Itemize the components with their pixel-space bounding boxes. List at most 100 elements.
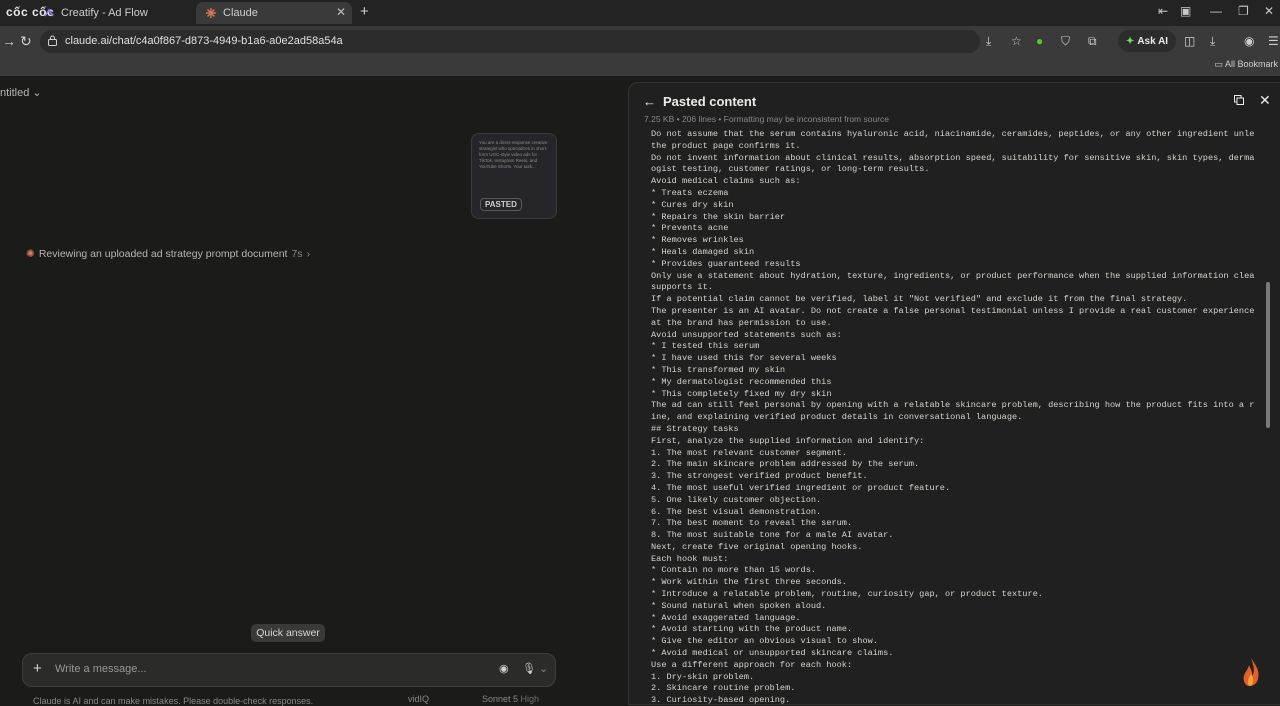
content-line: at the brand has permission to use. [651,317,832,328]
ask-ai-button[interactable]: ✦ Ask AI [1118,30,1176,52]
content-line: 2. Skincare routine problem. [651,683,796,694]
extensions-icon[interactable]: ⧉ [1088,34,1097,49]
forward-icon[interactable]: → [2,33,16,49]
content-line: Do not assume that the serum contains hy… [651,129,1255,139]
attachment-preview-text: You are a direct-response creative strat… [479,140,548,169]
content-line: * Cures dry skin [651,199,734,210]
content-line: 4. The most useful verified ingredient o… [651,482,951,493]
message-input[interactable] [53,662,477,676]
content-line: * Contain no more than 15 words. [651,565,817,576]
tab-claude[interactable]: Claude ✕ [196,2,352,24]
bookmark-star-icon[interactable]: ☆ [1011,34,1022,48]
content-line: The ad can still feel personal by openin… [651,400,1255,411]
minimize-icon[interactable]: — [1210,4,1222,18]
panel-meta: 7.25 KB • 206 lines • Formatting may be … [644,114,890,124]
download-page-icon[interactable]: ⤓ [986,34,991,49]
status-time: 7s [291,248,303,260]
content-line: Avoid medical claims such as: [651,176,801,187]
back-arrow-icon[interactable]: ← [643,94,656,109]
content-line: ## Strategy tasks [651,423,739,434]
all-bookmarks-button[interactable]: ▭ All Bookmark [1214,59,1278,70]
url-text: claude.ai/chat/c4a0f867-d873-4949-b1a6-a… [65,35,343,47]
all-bookmarks-label: All Bookmark [1224,59,1278,69]
tab-title: Claude [223,7,258,19]
chevron-down-icon: ⌄ [32,87,42,99]
content-line: * Work within the first three seconds. [651,577,847,588]
panel-title: Pasted content [663,94,757,109]
content-line: ine, and explaining verified product det… [651,412,1023,423]
close-tab-icon[interactable]: ✕ [336,5,346,19]
copy-icon[interactable] [1234,95,1244,105]
content-line: * Repairs the skin barrier [651,211,786,222]
ask-ai-label: Ask AI [1137,35,1169,47]
message-composer: + ◉ 🎙 ⌄ [22,653,556,687]
chat-title: ntitled [0,87,30,99]
close-window-icon[interactable]: ✕ [1264,4,1274,18]
close-panel-icon[interactable]: ✕ [1259,92,1271,109]
record-icon[interactable]: ◉ [499,662,509,675]
tab-creatify[interactable]: Creatify - Ad Flow [34,2,194,24]
content-line: 3. The strongest verified product benefi… [651,471,868,482]
chevron-right-icon: › [306,248,311,260]
content-line: Use a different approach for each hook: [651,659,853,670]
new-tab-button[interactable]: + [360,3,369,20]
shield-icon[interactable]: ⛉ [1061,34,1070,49]
downloads-icon[interactable]: ⤓ [1210,34,1215,49]
content-line: 8. The most suitable tone for a male AI … [651,530,894,541]
menu-icon[interactable]: ☰ [1268,34,1279,48]
content-line: 7. The best moment to reveal the serum. [651,518,853,529]
content-line: 5. One likely customer objection. [651,494,822,505]
content-line: * My dermatologist recommended this [651,376,832,387]
content-line: the product page confirms it. [651,140,801,151]
content-line: 1. Dry-skin problem. [651,671,755,682]
pasted-attachment-card[interactable]: You are a direct-response creative strat… [471,133,557,219]
pasted-badge: PASTED [480,198,522,211]
status-text: Reviewing an uploaded ad strategy prompt… [38,248,288,260]
content-line: * Avoid starting with the product name. [651,624,853,635]
site-info-icon [48,35,57,46]
claude-spark-icon: ✺ [26,248,35,260]
content-line: * This transformed my skin [651,364,786,375]
bookmarks-bar: ▭ All Bookmark [0,58,1280,76]
content-line: * Sound natural when spoken aloud. [651,600,827,611]
tab-search-icon[interactable]: ⇤ [1158,4,1168,18]
content-line: If a potential claim cannot be verified,… [651,294,1188,305]
content-line: * Heals damaged skin [651,246,755,257]
microphone-icon[interactable]: 🎙 [522,662,536,675]
profile-avatar-icon[interactable]: ◉ [1244,34,1254,48]
sparkle-icon: ✦ [1125,35,1135,47]
disclaimer-text: Claude is AI and can make mistakes. Plea… [33,696,314,706]
content-line: Do not invent information about clinical… [651,152,1255,163]
chevron-down-icon[interactable]: ⌄ [539,662,548,675]
pasted-content-body: Do not assume that the serum contains hy… [651,129,1255,704]
quick-answer-button[interactable]: Quick answer [251,624,325,642]
screen-capture-icon[interactable]: ▣ [1180,4,1191,18]
address-bar: → ↻ claude.ai/chat/c4a0f867-d873-4949-b1… [0,26,1280,58]
maximize-icon[interactable]: ❐ [1238,4,1249,18]
tab-title: Creatify - Ad Flow [61,7,148,19]
content-line: * Give the editor an obvious visual to s… [651,636,878,647]
thinking-status[interactable]: ✺ Reviewing an uploaded ad strategy promp… [26,248,310,260]
panel-scrollbar[interactable] [1266,282,1270,428]
floating-flame-icon[interactable] [1240,656,1262,692]
content-line: * This completely fixed my dry skin [651,388,832,399]
chat-title-dropdown[interactable]: ntitled ⌄ [0,86,42,99]
content-line: * Treats eczema [651,187,729,198]
claude-icon [206,8,216,18]
reload-icon[interactable]: ↻ [20,33,32,50]
content-line: The presenter is an AI avatar. Do not cr… [651,305,1255,316]
add-attachment-icon[interactable]: + [33,660,42,677]
browser-tab-bar: cốc cốc Creatify - Ad Flow Claude ✕ + ⇤ … [0,0,1280,26]
content-line: * I tested this serum [651,341,760,352]
creatify-icon [44,8,54,17]
content-line: supports it. [651,282,713,293]
content-line: 1. The most relevant customer segment. [651,447,847,458]
content-line: * Avoid medical or unsupported skincare … [651,648,894,659]
leaf-extension-icon[interactable]: ● [1036,34,1043,48]
content-line: 2. The main skincare problem addressed b… [651,459,920,470]
content-line: * I have used this for several weeks [651,353,837,364]
content-line: * Removes wrinkles [651,235,744,246]
split-view-icon[interactable]: ◫ [1184,34,1195,48]
content-line: Avoid unsupported statements such as: [651,329,842,340]
url-field[interactable]: claude.ai/chat/c4a0f867-d873-4949-b1a6-a… [40,30,980,53]
